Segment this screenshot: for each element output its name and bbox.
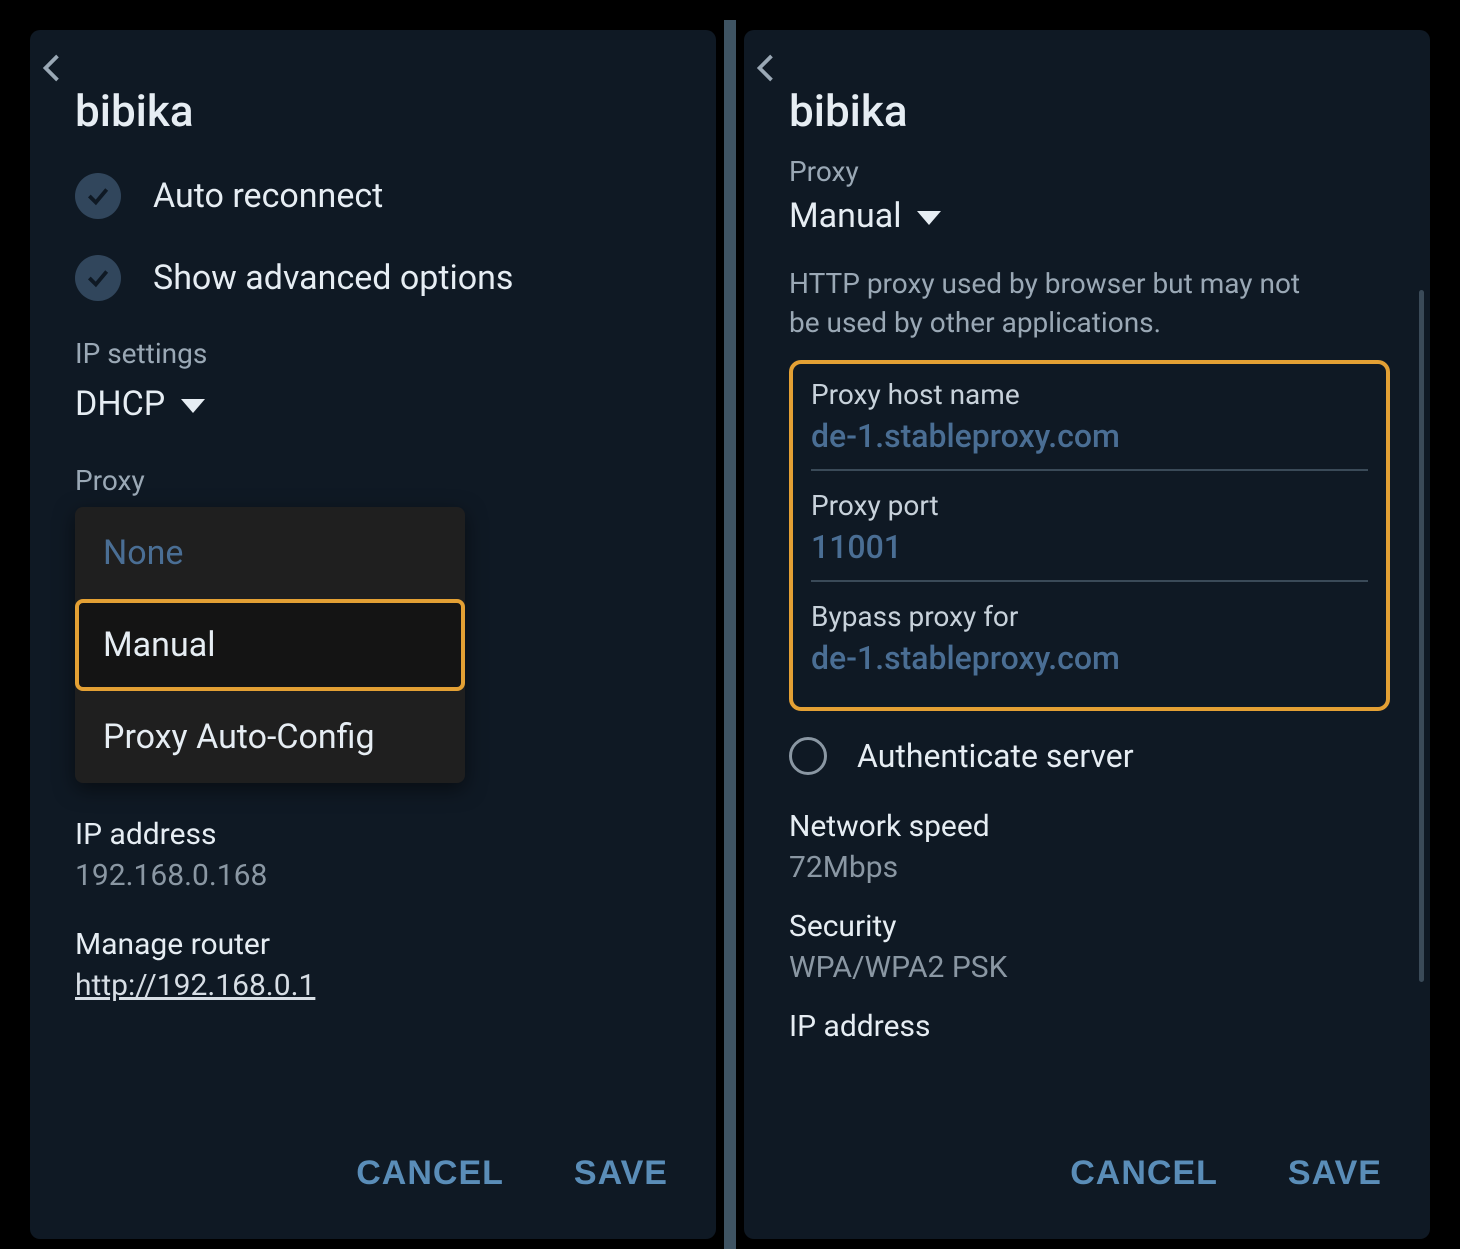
radio-icon (789, 737, 827, 775)
authenticate-server-label: Authenticate server (857, 737, 1134, 775)
bypass-proxy-label: Bypass proxy for (811, 600, 1368, 633)
manage-router-link[interactable]: http://192.168.0.1 (75, 968, 315, 1003)
network-title: bibika (75, 85, 676, 137)
wifi-settings-dialog-right: bibika Proxy Manual HTTP proxy used by b… (744, 30, 1430, 1239)
proxy-port-field[interactable]: Proxy port 11001 (811, 489, 1368, 582)
cancel-button[interactable]: CANCEL (356, 1154, 504, 1193)
network-speed-value: 72Mbps (789, 850, 1390, 885)
bypass-proxy-value[interactable]: de-1.stableproxy.com (811, 639, 1368, 679)
security-value: WPA/WPA2 PSK (789, 950, 1390, 985)
check-icon (75, 173, 121, 219)
proxy-label: Proxy (789, 155, 1390, 188)
proxy-host-label: Proxy host name (811, 378, 1368, 411)
proxy-label: Proxy (75, 464, 676, 497)
ip-address-label: IP address (789, 1009, 1390, 1044)
show-advanced-label: Show advanced options (153, 258, 513, 298)
network-title: bibika (789, 85, 1390, 137)
proxy-host-value[interactable]: de-1.stableproxy.com (811, 417, 1368, 471)
ip-settings-dropdown[interactable]: DHCP (75, 384, 676, 424)
ip-settings-label: IP settings (75, 337, 676, 370)
bypass-proxy-field[interactable]: Bypass proxy for de-1.stableproxy.com (811, 600, 1368, 679)
proxy-options-popup: None Manual Proxy Auto-Config (75, 507, 465, 783)
proxy-description: HTTP proxy used by browser but may not b… (789, 264, 1309, 342)
ip-address-value: 192.168.0.168 (75, 858, 676, 893)
wifi-settings-dialog-left: bibika Auto reconnect Show advanced opti… (30, 30, 716, 1239)
proxy-host-field[interactable]: Proxy host name de-1.stableproxy.com (811, 378, 1368, 471)
ip-settings-value: DHCP (75, 384, 165, 424)
manage-router-label: Manage router (75, 927, 676, 962)
cancel-button[interactable]: CANCEL (1070, 1154, 1218, 1193)
authenticate-server-row[interactable]: Authenticate server (789, 737, 1390, 775)
proxy-dropdown[interactable]: Manual (789, 196, 1390, 236)
dialog-footer: CANCEL SAVE (30, 1122, 716, 1239)
check-icon (75, 255, 121, 301)
auto-reconnect-row[interactable]: Auto reconnect (75, 173, 676, 219)
save-button[interactable]: SAVE (1288, 1154, 1382, 1193)
proxy-port-value[interactable]: 11001 (811, 528, 1368, 582)
ip-address-label: IP address (75, 817, 676, 852)
chevron-down-icon (181, 399, 205, 413)
proxy-fields-highlight: Proxy host name de-1.stableproxy.com Pro… (789, 360, 1390, 711)
scrollbar[interactable] (1419, 290, 1424, 982)
proxy-option-manual[interactable]: Manual (75, 599, 465, 691)
show-advanced-row[interactable]: Show advanced options (75, 255, 676, 301)
security-label: Security (789, 909, 1390, 944)
proxy-option-pac[interactable]: Proxy Auto-Config (75, 691, 465, 783)
proxy-option-none[interactable]: None (75, 507, 465, 599)
chevron-down-icon (917, 211, 941, 225)
dialog-footer: CANCEL SAVE (744, 1122, 1430, 1239)
network-speed-label: Network speed (789, 809, 1390, 844)
save-button[interactable]: SAVE (574, 1154, 668, 1193)
auto-reconnect-label: Auto reconnect (153, 176, 383, 216)
proxy-port-label: Proxy port (811, 489, 1368, 522)
proxy-value: Manual (789, 196, 901, 236)
vertical-divider (724, 20, 736, 1249)
